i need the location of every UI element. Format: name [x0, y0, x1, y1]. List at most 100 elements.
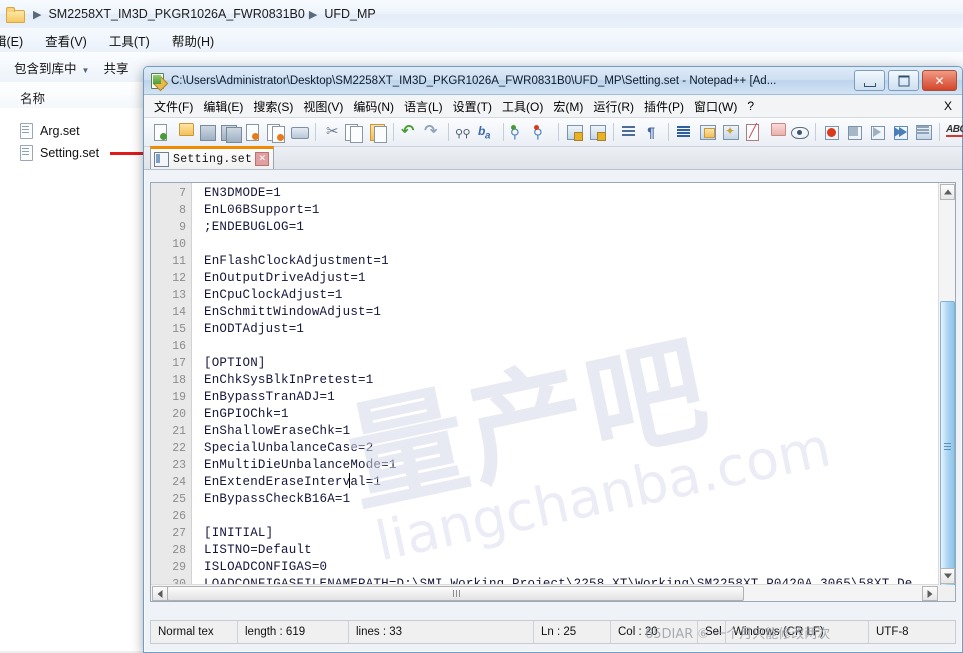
vertical-scroll-thumb[interactable]	[940, 301, 955, 593]
save-icon[interactable]	[196, 121, 218, 143]
line-number: 25	[172, 493, 186, 506]
line-number-gutter[interactable]: 7 8 9 10 11 12 13 14 15 16 17 18 19 20 2…	[151, 183, 192, 601]
include-in-library-button[interactable]: 包含到库中 ▼	[14, 58, 89, 77]
breadcrumb[interactable]: ▶ SM2258XT_IM3D_PKGR1026A_FWR0831B0 ▶ UF…	[0, 0, 963, 29]
line-number: 9	[179, 221, 186, 234]
menu-item-tools[interactable]: 工具(T)	[109, 31, 150, 50]
copy-icon[interactable]	[343, 121, 365, 143]
stop-recording-icon[interactable]	[843, 121, 865, 143]
code-line: ISLOADCONFIGAS=0	[204, 560, 328, 574]
zoom-in-icon[interactable]: ⚲	[508, 121, 530, 143]
line-number: 7	[179, 187, 186, 200]
function-list-icon[interactable]: ╱	[742, 121, 764, 143]
scroll-left-icon[interactable]	[152, 586, 168, 601]
menu-item-help[interactable]: ?	[747, 99, 754, 113]
menu-item-settings[interactable]: 设置(T)	[453, 98, 492, 115]
notepadpp-app-icon	[150, 72, 169, 91]
monitoring-icon[interactable]	[788, 121, 810, 143]
horizontal-scrollbar[interactable]	[151, 584, 939, 601]
zoom-out-icon[interactable]: ⚲	[531, 121, 553, 143]
find-icon[interactable]: ⚲⚲	[453, 121, 475, 143]
save-all-icon[interactable]	[219, 121, 242, 143]
title-bar[interactable]: C:\Users\Administrator\Desktop\SM2258XT_…	[144, 67, 962, 95]
vertical-scrollbar[interactable]	[938, 183, 955, 593]
play-macro-icon[interactable]	[866, 121, 888, 143]
paste-icon[interactable]	[366, 121, 388, 143]
tab-label: Setting.set	[173, 152, 253, 166]
save-macro-icon[interactable]	[912, 121, 934, 143]
word-wrap-icon[interactable]	[618, 121, 640, 143]
editor-area[interactable]: 7 8 9 10 11 12 13 14 15 16 17 18 19 20 2…	[150, 182, 956, 602]
line-number: 19	[172, 391, 186, 404]
scroll-right-icon[interactable]	[922, 586, 938, 601]
menu-item-language[interactable]: 语言(L)	[404, 98, 443, 115]
line-number: 12	[172, 272, 186, 285]
status-encoding[interactable]: UTF-8	[869, 621, 955, 643]
maximize-button[interactable]	[888, 70, 919, 91]
close-button[interactable]: ✕	[922, 70, 957, 91]
menu-item-view[interactable]: 查看(V)	[45, 31, 87, 50]
line-number: 13	[172, 289, 186, 302]
line-number: 22	[172, 442, 186, 455]
sync-horizontal-scroll-icon[interactable]	[586, 121, 608, 143]
menu-item-help[interactable]: 帮助(H)	[172, 31, 214, 50]
cut-icon[interactable]: ✂	[320, 121, 342, 143]
list-item[interactable]: Arg.set	[20, 121, 80, 141]
menu-item-window[interactable]: 窗口(W)	[694, 98, 737, 115]
menu-item-view[interactable]: 视图(V)	[303, 98, 343, 115]
redo-icon[interactable]: ↷	[421, 121, 443, 143]
document-map-icon[interactable]: ✦	[719, 121, 741, 143]
undo-icon[interactable]: ↶	[398, 121, 420, 143]
user-defined-dialog-icon[interactable]	[696, 121, 718, 143]
sync-vertical-scroll-icon[interactable]	[563, 121, 585, 143]
breadcrumb-item-1[interactable]: UFD_MP	[324, 7, 375, 21]
folder-as-workspace-icon[interactable]	[765, 121, 787, 143]
toolbar-separator	[503, 123, 504, 141]
open-file-icon[interactable]	[173, 121, 195, 143]
close-icon: ✕	[934, 73, 945, 88]
scroll-down-icon[interactable]	[940, 568, 955, 584]
close-all-files-icon[interactable]	[265, 121, 287, 143]
line-number: 8	[179, 204, 186, 217]
status-document-type[interactable]: Normal tex	[151, 621, 238, 643]
show-all-characters-icon[interactable]: ¶	[641, 121, 663, 143]
scroll-up-icon[interactable]	[940, 184, 955, 200]
tab-close-icon[interactable]: ✕	[255, 152, 270, 166]
toolbar-separator	[668, 123, 669, 141]
menu-item-plugins[interactable]: 插件(P)	[644, 98, 684, 115]
menu-item-run[interactable]: 运行(R)	[593, 98, 634, 115]
file-icon	[20, 145, 33, 161]
menu-item-file[interactable]: 文件(F)	[154, 98, 193, 115]
menu-item-macro[interactable]: 宏(M)	[553, 98, 583, 115]
menu-item-tools[interactable]: 工具(O)	[502, 98, 543, 115]
menu-item-edit[interactable]: 辑(E)	[0, 31, 23, 50]
new-file-icon[interactable]	[150, 121, 172, 143]
record-macro-icon[interactable]	[820, 121, 842, 143]
share-button[interactable]: 共享	[103, 58, 128, 77]
toolbar-separator	[448, 123, 449, 141]
close-file-icon[interactable]	[242, 121, 264, 143]
horizontal-scroll-thumb[interactable]	[167, 586, 744, 601]
status-column-position: Col : 20	[611, 621, 698, 643]
minimize-button[interactable]	[854, 70, 885, 91]
replace-icon[interactable]: ba	[476, 121, 498, 143]
code-line: EnShallowEraseChk=1	[204, 424, 351, 438]
menu-item-search[interactable]: 搜索(S)	[253, 98, 293, 115]
code-line: EnGPIOChk=1	[204, 407, 289, 421]
column-header-name: 名称	[20, 92, 46, 106]
spell-check-icon[interactable]: ABC	[944, 121, 963, 143]
tab-setting-set[interactable]: Setting.set ✕	[150, 146, 275, 169]
menu-item-encoding[interactable]: 编码(N)	[353, 98, 394, 115]
status-eol-format[interactable]: Windows (CR LF)	[726, 621, 869, 643]
code-line: EnODTAdjust=1	[204, 322, 305, 336]
print-icon[interactable]	[288, 121, 310, 143]
window-title: C:\Users\Administrator\Desktop\SM2258XT_…	[171, 74, 777, 87]
close-document-button[interactable]: X	[944, 99, 952, 113]
menu-item-edit[interactable]: 编辑(E)	[203, 98, 243, 115]
breadcrumb-item-0[interactable]: SM2258XT_IM3D_PKGR1026A_FWR0831B0	[48, 7, 304, 21]
indent-guide-icon[interactable]	[673, 121, 695, 143]
run-macro-multiple-icon[interactable]	[889, 121, 911, 143]
toolbar-separator	[393, 123, 394, 141]
list-item[interactable]: Setting.set	[20, 143, 99, 163]
code-text[interactable]: EN3DMODE=1 EnL06BSupport=1 ;ENDEBUGLOG=1…	[192, 183, 939, 585]
